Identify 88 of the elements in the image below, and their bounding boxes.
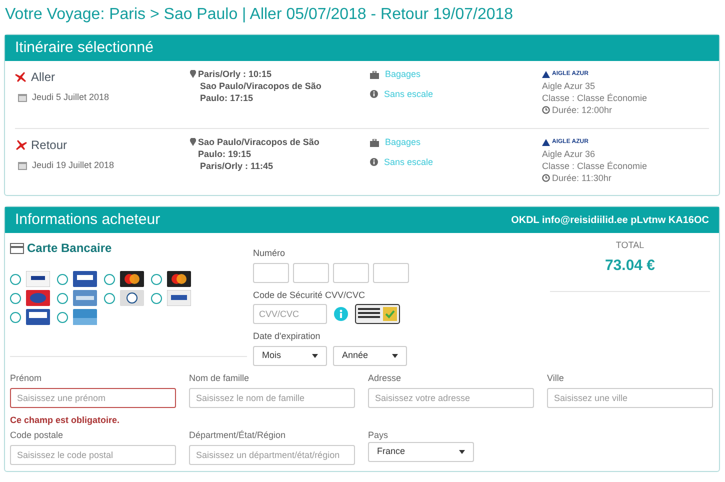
location-pin-icon (190, 138, 196, 146)
stops-link[interactable]: Sans escale (384, 88, 434, 101)
flight-direction: Retour (31, 137, 68, 154)
payment-method-title: Carte Bancaire (27, 240, 112, 257)
flight-date: Jeudi 5 Juillet 2018 (32, 91, 110, 104)
airline-logo-icon (542, 138, 550, 146)
card-radio[interactable] (10, 292, 21, 304)
luggage-icon (370, 70, 379, 79)
card-logo-icon (26, 309, 50, 325)
card-logo-icon (167, 271, 191, 287)
credit-card-icon (10, 242, 24, 254)
caret-icon (459, 450, 465, 454)
field-label: Adresse (368, 372, 402, 384)
flight-date: Jeudi 19 Juillet 2018 (32, 159, 114, 172)
airline-logo-icon (542, 70, 550, 78)
departure-time: Sao Paulo/Viracopos de São Paulo: 19:15 (198, 136, 320, 160)
card-number-field[interactable] (333, 262, 369, 282)
card-radio[interactable] (57, 312, 68, 322)
arrival-time: Sao Paulo/Viracopos de São Paulo: 17:15 (200, 80, 322, 104)
travel-class: Classe : Classe Économie (542, 92, 648, 104)
flight-number: Aigle Azur 36 (542, 148, 596, 160)
card-logo-icon (26, 271, 50, 287)
arrival-time: Paris/Orly : 11:45 (200, 160, 274, 172)
flight-duration: Durée: 12:00hr (552, 104, 612, 116)
ssl-badge-icon (355, 304, 400, 324)
field-label: Pays (368, 429, 390, 442)
dropdown[interactable]: Année (333, 346, 407, 366)
panel-title: Itinéraire sélectionné (15, 38, 154, 58)
field-label: Code de Sécurité CVV/CVC (253, 288, 366, 302)
card-logo-icon (73, 271, 97, 287)
luggage-icon (370, 138, 379, 147)
booking-reference: OKDL info@reisidiilid.ee pLvtnw KA16OC (511, 214, 709, 228)
card-radio[interactable] (57, 274, 68, 284)
calendar-icon (18, 161, 27, 170)
baggage-link[interactable]: Bagages (385, 136, 421, 150)
card-logo-icon (167, 290, 191, 306)
card-logo-icon (26, 290, 50, 306)
departure-time: Paris/Orly : 10:15 (198, 68, 273, 80)
text-field[interactable]: Saisissez votre adresse (368, 388, 534, 408)
text-field[interactable]: Saisissez une ville (547, 388, 713, 408)
card-radio[interactable] (104, 274, 115, 284)
info-icon (370, 90, 378, 98)
calendar-icon (18, 93, 27, 102)
flight-duration: Durée: 11:30hr (552, 172, 612, 184)
panel-title: Informations acheteur (15, 210, 160, 230)
field-label: Code postale (10, 429, 64, 442)
total-amount: 73.04 € (604, 256, 656, 276)
baggage-link[interactable]: Bagages (385, 68, 421, 82)
dropdown[interactable]: France (368, 442, 474, 462)
card-number-field[interactable] (373, 262, 409, 282)
field-label: Nom de famille (189, 372, 250, 384)
clock-icon (542, 106, 550, 114)
caret-icon (392, 354, 398, 358)
location-pin-icon (190, 70, 196, 78)
travel-class: Classe : Classe Économie (542, 160, 648, 172)
field-label: Ville (547, 372, 565, 384)
stops-link[interactable]: Sans escale (384, 156, 434, 169)
card-radio[interactable] (10, 312, 21, 322)
clock-icon (542, 174, 550, 182)
info-icon (370, 158, 378, 166)
dropdown[interactable]: Mois (253, 346, 327, 366)
flight-direction: Aller (31, 69, 56, 86)
field-label: Prénom (10, 372, 43, 384)
card-logo-icon (120, 271, 144, 287)
card-radio[interactable] (151, 274, 162, 284)
field-label: Date d'expiration (253, 330, 322, 343)
card-radio[interactable] (57, 292, 68, 304)
card-radio[interactable] (10, 274, 21, 284)
cvv-field[interactable]: CVV/CVC (253, 304, 327, 324)
text-field[interactable]: Saisissez un départment/état/région (189, 445, 355, 465)
caret-icon (312, 354, 318, 358)
page-title: Votre Voyage: Paris > Sao Paulo | Aller 05/07/2018 - Retour 19/07/2018 (4, 5, 514, 25)
card-logo-icon (73, 290, 97, 306)
flight-number: Aigle Azur 35 (542, 80, 596, 92)
field-label: Départment/État/Région (189, 429, 287, 442)
card-radio[interactable] (151, 292, 162, 304)
card-number-field[interactable] (253, 262, 289, 282)
info-icon[interactable] (334, 307, 348, 321)
total-label: TOTAL (616, 239, 644, 252)
card-radio[interactable] (104, 292, 115, 304)
card-logo-icon (120, 290, 144, 306)
text-field[interactable]: Saisissez une prénom (10, 388, 176, 408)
text-field[interactable]: Saisissez le code postal (10, 445, 176, 465)
text-field[interactable]: Saisissez le nom de famille (189, 388, 355, 408)
card-number-field[interactable] (293, 262, 329, 282)
error-message: Ce champ est obligatoire. (10, 414, 121, 427)
card-logo-icon (73, 309, 97, 325)
field-label: Numéro (253, 247, 286, 260)
